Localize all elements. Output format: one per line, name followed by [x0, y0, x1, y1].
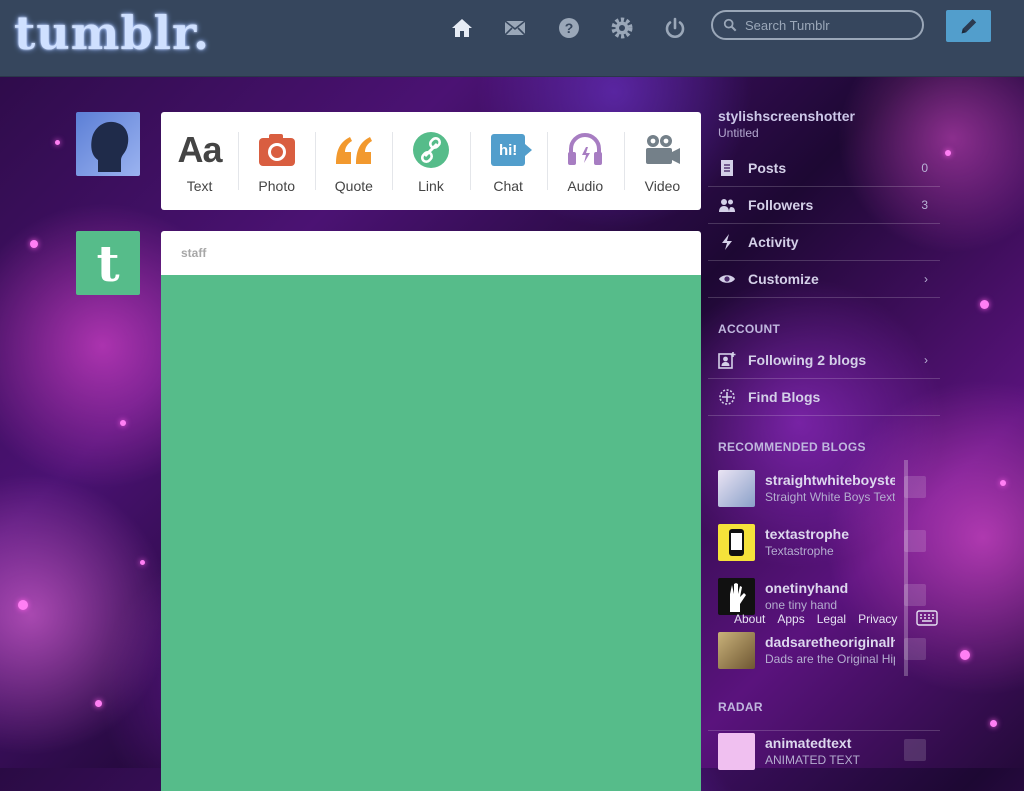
post-header: staff: [161, 231, 701, 275]
chat-icon: hi!: [488, 130, 533, 170]
footer-link-legal[interactable]: Legal: [817, 612, 846, 626]
search-placeholder: Search Tumblr: [745, 17, 830, 33]
recommended-blogs-heading: RECOMMENDED BLOGS: [718, 440, 866, 454]
headphones-icon: [565, 130, 605, 170]
blog-avatar: [718, 470, 755, 507]
people-icon: [719, 199, 735, 212]
sidebar-blog-name[interactable]: stylishscreenshotter: [718, 108, 855, 124]
spinner-bar: [353, 497, 393, 526]
camera-icon: [257, 130, 297, 170]
follow-button[interactable]: [904, 739, 926, 761]
account-heading: ACCOUNT: [718, 322, 781, 336]
sidebar-item-posts[interactable]: Posts 0: [708, 150, 940, 187]
top-navigation-bar: tumblr. ? Search Tumblr: [0, 0, 1024, 77]
spinner-bar: [450, 583, 479, 623]
spinner-bar: [469, 564, 509, 593]
spinner-bar: [383, 583, 412, 623]
video-camera-icon: [642, 130, 682, 170]
mail-icon[interactable]: [503, 16, 527, 40]
footer-link-privacy[interactable]: Privacy: [858, 612, 897, 626]
pencil-icon: [961, 18, 976, 34]
post-type-audio[interactable]: Audio: [546, 112, 624, 210]
chevron-right-icon: ›: [924, 353, 928, 367]
spinner-bar: [343, 537, 385, 553]
blog-avatar: [718, 578, 755, 615]
gear-icon[interactable]: [610, 16, 634, 40]
lightning-icon: [722, 234, 732, 250]
post-media-area[interactable]: [161, 275, 701, 791]
post-type-video[interactable]: Video: [623, 112, 701, 210]
spinner-bar: [383, 467, 412, 507]
spinner-bar: [423, 591, 439, 633]
text-icon: Aa: [177, 129, 223, 170]
dashboard-post: staff: [161, 231, 701, 791]
blog-avatar: [718, 733, 755, 770]
tumblr-logo[interactable]: tumblr.: [14, 6, 210, 60]
spinner-bar: [469, 497, 509, 526]
svg-text:?: ?: [565, 20, 574, 36]
search-input[interactable]: Search Tumblr: [711, 10, 924, 40]
sidebar-blog-title: Untitled: [718, 126, 759, 140]
compose-post-button[interactable]: [946, 10, 991, 42]
quote-icon: [334, 130, 374, 170]
sidebar-item-following[interactable]: Following 2 blogs ›: [708, 342, 940, 379]
search-icon: [723, 18, 737, 32]
help-icon[interactable]: ?: [557, 16, 581, 40]
sidebar-item-find-blogs[interactable]: Find Blogs: [708, 379, 940, 416]
spinner-bar: [353, 564, 393, 593]
link-icon: [411, 130, 451, 170]
user-avatar[interactable]: [76, 112, 140, 176]
footer-link-apps[interactable]: Apps: [777, 612, 804, 626]
recommended-scrollbar[interactable]: [904, 460, 908, 676]
eye-icon: [719, 275, 735, 283]
spinner-bar: [450, 467, 479, 507]
radar-heading: RADAR: [718, 700, 763, 714]
sidebar-item-followers[interactable]: Followers 3: [708, 187, 940, 224]
blog-avatar: [718, 524, 755, 561]
footer-links: About Apps Legal Privacy: [734, 612, 897, 626]
sidebar-item-activity[interactable]: Activity: [708, 224, 940, 261]
document-icon: [721, 160, 733, 176]
power-icon[interactable]: [663, 16, 687, 40]
sidebar-item-customize[interactable]: Customize ›: [708, 261, 940, 298]
svg-text:t: t: [96, 234, 119, 293]
chevron-right-icon: ›: [924, 272, 928, 286]
staff-avatar[interactable]: t: [76, 231, 140, 295]
post-blog-name[interactable]: staff: [181, 246, 206, 260]
add-person-icon: [718, 352, 736, 369]
footer-link-about[interactable]: About: [734, 612, 765, 626]
post-type-photo[interactable]: Photo: [238, 112, 315, 210]
compass-icon: [719, 389, 735, 405]
home-icon[interactable]: [450, 16, 474, 40]
spinner-bar: [423, 457, 439, 499]
post-type-link[interactable]: Link: [392, 112, 469, 210]
post-type-chat[interactable]: hi! Chat: [469, 112, 547, 210]
keyboard-icon[interactable]: [916, 610, 938, 626]
post-type-selector: Aa Text Photo Quote Link hi! Chat Audio …: [161, 112, 701, 210]
blog-avatar: [718, 632, 755, 669]
post-type-quote[interactable]: Quote: [315, 112, 392, 210]
radar-blog-item[interactable]: animatedtext ANIMATED TEXT: [708, 730, 940, 785]
spinner-bar: [477, 537, 519, 553]
post-type-text[interactable]: Aa Text: [161, 112, 238, 210]
